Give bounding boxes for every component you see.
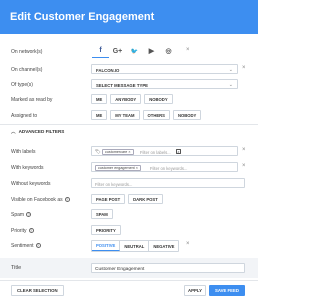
assigned-nobody-button[interactable]: NOBODY <box>172 110 202 120</box>
dark-post-button[interactable]: DARK POST <box>128 194 163 204</box>
dialog-title: Edit Customer Engagement <box>10 11 155 23</box>
marked-read-anybody-button[interactable]: ANYBODY <box>110 94 142 104</box>
exclude-keywords-placeholder: Filter on keywords... <box>95 181 133 187</box>
type-value: SELECT MESSAGE TYPE <box>96 82 149 88</box>
labels-filter-input[interactable]: 🏷 customercare × Filter on labels... # <box>91 146 238 156</box>
spam-options: SPAM <box>91 209 113 219</box>
youtube-tab[interactable]: ▶ <box>143 44 160 58</box>
title-value: Customer Engagement <box>95 266 145 272</box>
advanced-filters-label: ADVANCED FILTERS <box>18 129 65 134</box>
sentiment-label: Sentiment? <box>11 243 41 249</box>
save-feed-button[interactable]: SAVE FEED <box>209 285 245 296</box>
sentiment-neutral-button[interactable]: NEUTRAL <box>120 241 150 251</box>
spam-button[interactable]: SPAM <box>91 209 113 219</box>
clear-channel-icon[interactable]: × <box>242 65 246 71</box>
spam-text: Spam <box>11 212 25 218</box>
assigned-options: ME MY TEAM OTHERS NOBODY <box>91 110 202 120</box>
clear-networks-icon[interactable]: × <box>186 47 190 53</box>
twitter-icon: 🐦 <box>130 48 139 55</box>
marked-read-options: ME ANYBODY NOBODY <box>91 94 173 104</box>
sentiment-text: Sentiment <box>11 243 34 249</box>
title-label: Title <box>11 265 22 271</box>
clear-keywords-icon[interactable]: × <box>242 163 246 169</box>
facebook-icon: f <box>99 47 102 54</box>
channel-value: FALCON.IO <box>96 67 120 73</box>
title-section: Title Customer Engagement <box>0 258 258 278</box>
types-label: Of type(s) <box>11 82 33 88</box>
with-labels-label: With labels <box>11 149 36 155</box>
keywords-filter-input[interactable]: customer engagement × Filter on keywords… <box>91 162 238 172</box>
keywords-placeholder: Filter on keywords... <box>150 165 188 171</box>
priority-label: Priority? <box>11 228 34 234</box>
labels-placeholder: Filter on labels... <box>140 149 171 155</box>
hash-icon[interactable]: # <box>176 149 181 154</box>
assigned-others-button[interactable]: OTHERS <box>142 110 170 120</box>
chevron-down-icon: ⌄ <box>228 81 233 88</box>
advanced-filters-toggle[interactable]: ︿ ADVANCED FILTERS <box>11 129 64 135</box>
tag-icon: 🏷 <box>95 149 101 155</box>
marked-read-label: Marked as read by <box>11 97 53 103</box>
visible-facebook-text: Visible on Facebook as <box>11 197 63 203</box>
keyword-chip[interactable]: customer engagement × <box>95 165 141 171</box>
with-keywords-label: With keywords <box>11 165 44 171</box>
twitter-tab[interactable]: 🐦 <box>126 44 143 58</box>
chevron-down-icon: ⌄ <box>228 66 233 73</box>
assigned-me-button[interactable]: ME <box>91 110 108 120</box>
sentiment-positive-button[interactable]: POSITIVE <box>92 241 121 251</box>
apply-button[interactable]: APPLY <box>184 285 206 296</box>
spam-label: Spam? <box>11 212 32 218</box>
info-icon: ? <box>26 212 32 218</box>
facebook-tab[interactable]: f <box>92 44 109 58</box>
title-input[interactable]: Customer Engagement <box>91 263 245 273</box>
assigned-label: Assigned to <box>11 113 38 119</box>
clear-labels-icon[interactable]: × <box>242 147 246 153</box>
visible-facebook-label: Visible on Facebook as? <box>11 197 70 203</box>
google-plus-tab[interactable]: G+ <box>109 44 126 58</box>
info-icon: ? <box>35 243 41 249</box>
type-select[interactable]: SELECT MESSAGE TYPE ⌄ <box>91 79 238 89</box>
instagram-tab[interactable]: ◎ <box>160 44 177 58</box>
priority-button[interactable]: PRIORITY <box>91 225 121 235</box>
channels-label: On channel(s) <box>11 67 43 73</box>
info-icon: ? <box>28 228 34 234</box>
clear-selection-button[interactable]: CLEAR SELECTION <box>11 285 64 296</box>
youtube-icon: ▶ <box>148 48 155 55</box>
label-chip[interactable]: customercare × <box>102 149 134 155</box>
priority-options: PRIORITY <box>91 225 121 235</box>
networks-label: On network(s) <box>11 49 43 55</box>
without-keywords-label: Without keywords <box>11 181 51 187</box>
page-post-button[interactable]: PAGE POST <box>91 194 126 204</box>
assigned-my-team-button[interactable]: MY TEAM <box>110 110 140 120</box>
channel-select[interactable]: FALCON.IO ⌄ <box>91 64 238 74</box>
instagram-icon: ◎ <box>165 48 172 55</box>
visible-facebook-options: PAGE POST DARK POST <box>91 194 163 204</box>
marked-read-nobody-button[interactable]: NOBODY <box>144 94 173 104</box>
chevron-up-icon: ︿ <box>11 129 16 134</box>
info-icon: ? <box>64 197 70 203</box>
dialog-footer: CLEAR SELECTION APPLY SAVE FEED <box>0 280 258 300</box>
clear-sentiment-icon[interactable]: × <box>186 241 190 247</box>
marked-read-me-button[interactable]: ME <box>91 94 108 104</box>
sentiment-options: POSITIVE NEUTRAL NEGATIVE <box>91 240 180 252</box>
network-tabs: f G+ 🐦 ▶ ◎ <box>92 44 177 59</box>
sentiment-negative-button[interactable]: NEGATIVE <box>149 241 179 251</box>
dialog-header: Edit Customer Engagement <box>0 0 258 34</box>
google-plus-icon: G+ <box>112 47 123 55</box>
priority-text: Priority <box>11 228 27 234</box>
exclude-keywords-input[interactable]: Filter on keywords... <box>91 178 245 188</box>
divider <box>0 124 258 125</box>
